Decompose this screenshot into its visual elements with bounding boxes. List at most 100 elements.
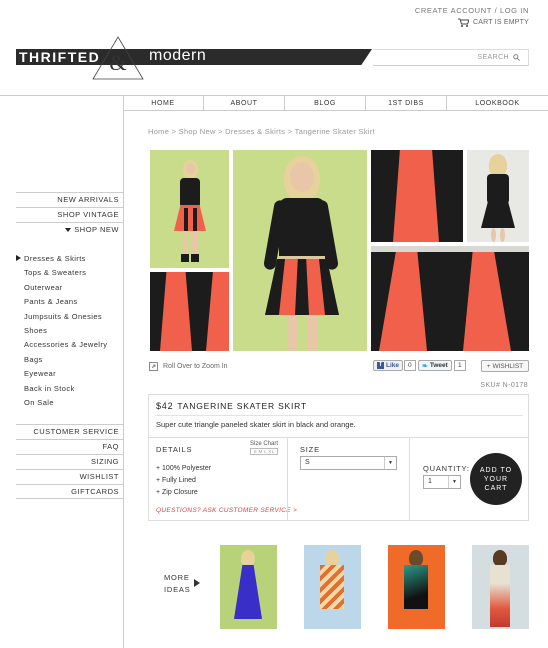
category-dresses-skirts[interactable]: Dresses & Skirts bbox=[16, 252, 123, 266]
facebook-icon: f bbox=[377, 362, 384, 369]
sidebar-shop-vintage[interactable]: SHOP VINTAGE bbox=[16, 207, 123, 222]
twitter-icon: ❧ bbox=[422, 362, 428, 370]
login-link[interactable]: LOG IN bbox=[500, 6, 529, 15]
logo-amp: & bbox=[109, 50, 126, 75]
size-select[interactable]: S ▼ bbox=[300, 456, 397, 470]
quantity-value: 1 bbox=[428, 478, 432, 485]
product-thumb-detail[interactable] bbox=[150, 272, 229, 351]
category-back-in-stock[interactable]: Back in Stock bbox=[16, 382, 123, 396]
back-top bbox=[487, 174, 509, 204]
link-separator: / bbox=[494, 6, 498, 15]
details-heading: DETAILS bbox=[156, 445, 193, 454]
category-tops-sweaters[interactable]: Tops & Sweaters bbox=[16, 266, 123, 280]
arrow-right-icon[interactable] bbox=[194, 579, 200, 587]
category-shoes[interactable]: Shoes bbox=[16, 324, 123, 338]
skirt-orange-panel bbox=[379, 252, 427, 351]
category-eyewear[interactable]: Eyewear bbox=[16, 367, 123, 381]
sidebar-faq[interactable]: FAQ bbox=[16, 439, 123, 454]
logo-text-right[interactable]: modern bbox=[149, 47, 206, 65]
product-thumb-full[interactable] bbox=[150, 150, 229, 268]
back-hair bbox=[489, 154, 507, 176]
size-chart-icon: S M L XL bbox=[250, 448, 278, 455]
zoom-icon bbox=[149, 362, 158, 371]
product-thumb-skirt[interactable] bbox=[371, 246, 529, 351]
zoom-hint: Roll Over to Zoom In bbox=[149, 362, 228, 371]
category-jumpsuits-onesies[interactable]: Jumpsuits & Onesies bbox=[16, 310, 123, 324]
nav-blog[interactable]: BLOG bbox=[285, 96, 366, 110]
thumb-skirt-panel bbox=[184, 208, 188, 231]
back-leg bbox=[491, 228, 496, 242]
divider bbox=[409, 437, 410, 520]
category-accessories-jewelry[interactable]: Accessories & Jewelry bbox=[16, 338, 123, 352]
skirt-orange-panel bbox=[463, 252, 511, 351]
more-ideas-thumb-1[interactable] bbox=[220, 545, 277, 629]
sidebar-shop-menu: NEW ARRIVALS SHOP VINTAGE SHOP NEW bbox=[16, 192, 123, 237]
nav-1st-dibs[interactable]: 1ST DIBS bbox=[366, 96, 447, 110]
more-ideas-thumb-3[interactable] bbox=[388, 545, 445, 629]
product-title: $42 TANGERINE SKATER SKIRT bbox=[156, 401, 307, 411]
search-placeholder: SEARCH bbox=[477, 54, 509, 61]
more-ideas-thumb-2[interactable] bbox=[304, 545, 361, 629]
product-thumb-panel[interactable] bbox=[371, 150, 463, 242]
ask-customer-service-link[interactable]: QUESTIONS? ASK CUSTOMER SERVICE > bbox=[156, 507, 297, 514]
nav-about[interactable]: ABOUT bbox=[204, 96, 285, 110]
category-outerwear[interactable]: Outerwear bbox=[16, 281, 123, 295]
sidebar-shop-new-label: SHOP NEW bbox=[74, 225, 119, 234]
size-chart-label: Size Chart bbox=[250, 441, 279, 447]
tweet-label: Tweet bbox=[429, 362, 448, 369]
search-input[interactable]: SEARCH bbox=[373, 49, 529, 66]
product-main-image[interactable] bbox=[233, 150, 367, 351]
size-chart-link[interactable]: Size Chart S M L XL bbox=[250, 441, 278, 455]
category-pants-jeans[interactable]: Pants & Jeans bbox=[16, 295, 123, 309]
idea-hair bbox=[493, 550, 507, 566]
product-thumb-back[interactable] bbox=[467, 150, 529, 242]
back-leg bbox=[500, 228, 505, 242]
divider bbox=[155, 415, 523, 416]
idea-dress bbox=[490, 565, 510, 627]
add-to-cart-line: YOUR bbox=[483, 475, 509, 483]
quantity-select[interactable]: 1 ▼ bbox=[423, 475, 461, 489]
thumb-face bbox=[186, 163, 195, 174]
back-skirt bbox=[481, 202, 515, 228]
main-leg bbox=[307, 315, 317, 351]
idea-dress bbox=[234, 565, 262, 619]
more-ideas-thumb-4[interactable] bbox=[472, 545, 529, 629]
cart-link[interactable]: CART IS EMPTY bbox=[457, 18, 529, 27]
add-to-cart-line: CART bbox=[484, 484, 508, 492]
nav-lookbook[interactable]: LOOKBOOK bbox=[447, 96, 548, 110]
tweet-button[interactable]: ❧ Tweet bbox=[418, 360, 452, 371]
main-nav: HOME ABOUT BLOG 1ST DIBS LOOKBOOK bbox=[123, 96, 548, 111]
sidebar-sizing[interactable]: SIZING bbox=[16, 454, 123, 469]
product-name: TANGERINE SKATER SKIRT bbox=[177, 401, 307, 411]
sidebar-shop-new[interactable]: SHOP NEW bbox=[16, 222, 123, 237]
nav-home[interactable]: HOME bbox=[123, 96, 204, 110]
cart-status: CART IS EMPTY bbox=[472, 19, 529, 26]
detail-orange-panel bbox=[160, 272, 192, 351]
add-wishlist-button[interactable]: + WISHLIST bbox=[481, 360, 529, 372]
sidebar-wishlist[interactable]: WISHLIST bbox=[16, 469, 123, 484]
search-icon[interactable] bbox=[513, 54, 520, 61]
product-price: $42 bbox=[156, 401, 174, 411]
thumb-shoe bbox=[181, 254, 189, 262]
idea-hair bbox=[241, 550, 255, 566]
sidebar-service-menu: CUSTOMER SERVICE FAQ SIZING WISHLIST GIF… bbox=[16, 424, 123, 499]
more-ideas-line: MORE bbox=[164, 573, 190, 582]
sidebar-new-arrivals[interactable]: NEW ARRIVALS bbox=[16, 192, 123, 207]
add-to-cart-button[interactable]: ADD TO YOUR CART bbox=[470, 453, 522, 505]
main-leg bbox=[287, 315, 297, 351]
sidebar-giftcards[interactable]: GIFTCARDS bbox=[16, 484, 123, 499]
skirt-background bbox=[371, 246, 529, 252]
sidebar-customer-service[interactable]: CUSTOMER SERVICE bbox=[16, 424, 123, 439]
product-sku: SKU# N-0178 bbox=[480, 382, 528, 389]
facebook-like-button[interactable]: f Like bbox=[373, 360, 404, 371]
more-ideas-label: MORE IDEAS bbox=[164, 572, 191, 596]
breadcrumb[interactable]: Home > Shop New > Dresses & Skirts > Tan… bbox=[148, 127, 375, 136]
like-label: Like bbox=[386, 362, 400, 369]
logo-text-left[interactable]: THRIFTED bbox=[19, 49, 100, 65]
category-on-sale[interactable]: On Sale bbox=[16, 396, 123, 410]
category-bags[interactable]: Bags bbox=[16, 353, 123, 367]
detail-item: + Zip Closure bbox=[156, 489, 198, 496]
create-account-link[interactable]: CREATE ACCOUNT bbox=[415, 6, 492, 15]
details-list: + 100% Polyester + Fully Lined + Zip Clo… bbox=[156, 463, 211, 499]
idea-hair bbox=[409, 550, 423, 566]
